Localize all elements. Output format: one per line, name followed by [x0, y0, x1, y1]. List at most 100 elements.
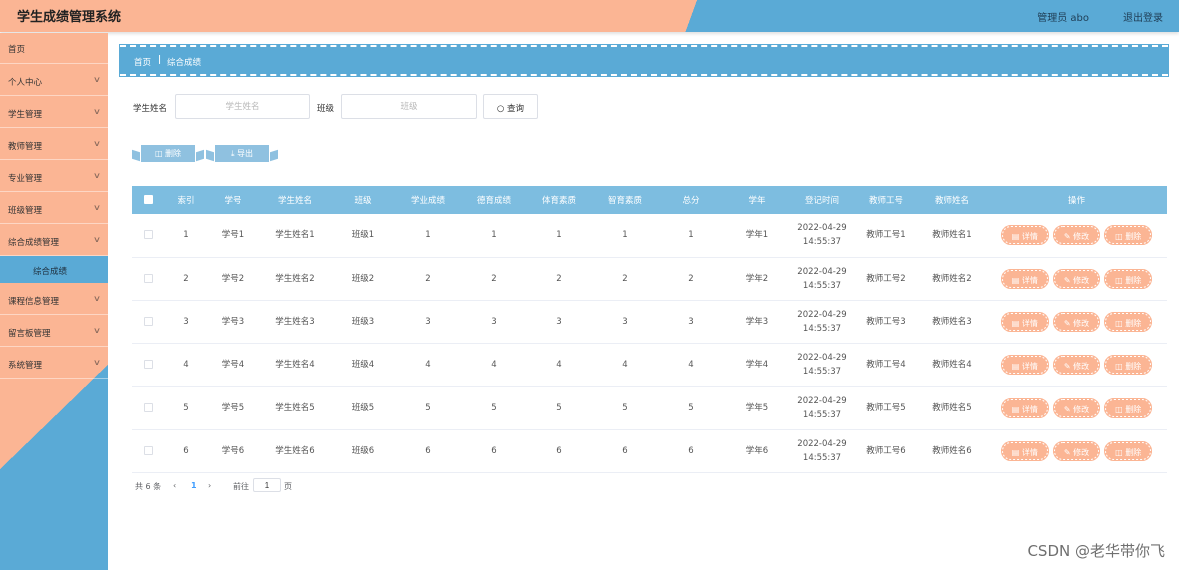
- cell-year: 学年4: [724, 343, 790, 387]
- download-icon: ⤓: [230, 149, 235, 158]
- column-header[interactable]: 体育素质: [526, 186, 592, 214]
- cell-xy: 1: [394, 214, 462, 258]
- delete-button[interactable]: ◫ 删除: [1104, 311, 1153, 332]
- column-header[interactable]: 学号: [208, 186, 258, 214]
- goto-page-input[interactable]: [253, 478, 281, 492]
- sidebar-item[interactable]: 教师管理 ∨: [0, 128, 108, 160]
- row-checkbox[interactable]: [143, 316, 153, 326]
- column-header[interactable]: 总分: [658, 186, 724, 214]
- column-header[interactable]: 登记时间: [790, 186, 854, 214]
- detail-button[interactable]: ▤ 详情: [1000, 311, 1049, 332]
- select-all-cell[interactable]: [132, 186, 164, 214]
- cell-cls: 班级3: [332, 300, 394, 344]
- detail-button[interactable]: ▤ 详情: [1000, 354, 1049, 375]
- table-row[interactable]: 1 学号1 学生姓名1 班级1 1 1 1 1 1 学年1 2022-04-29 14:55:37 教师…: [132, 214, 1167, 258]
- row-checkbox[interactable]: [143, 273, 153, 283]
- sidebar-item[interactable]: 学生管理 ∨: [0, 96, 108, 128]
- trash-icon: ◫: [1115, 447, 1126, 457]
- column-header[interactable]: 学业成绩: [394, 186, 462, 214]
- sidebar-item[interactable]: 专业管理 ∨: [0, 160, 108, 192]
- table-row[interactable]: 6 学号6 学生姓名6 班级6 6 6 6 6 6 学年6 2022-04-29 14:55:37 教师…: [132, 429, 1167, 473]
- cell-ty: 4: [526, 343, 592, 387]
- edit-button[interactable]: ✎ 修改: [1052, 311, 1101, 332]
- page-number-current[interactable]: 1: [191, 481, 197, 490]
- row-checkbox[interactable]: [143, 402, 153, 412]
- cell-operations: ▤ 详情 ✎ 修改 ◫ 删除: [986, 300, 1167, 344]
- detail-button[interactable]: ▤ 详情: [1000, 268, 1049, 289]
- row-select-cell[interactable]: [132, 386, 164, 430]
- table-row[interactable]: 4 学号4 学生姓名4 班级4 4 4 4 4 4 学年4 2022-04-29 14:55:37 教师…: [132, 343, 1167, 387]
- detail-button[interactable]: ▤ 详情: [1000, 397, 1049, 418]
- chevron-down-icon: ∨: [92, 326, 102, 335]
- cell-tname: 教师姓名6: [918, 429, 986, 473]
- row-checkbox[interactable]: [143, 445, 153, 455]
- cell-ty: 3: [526, 300, 592, 344]
- column-header[interactable]: 教师工号: [854, 186, 918, 214]
- cell-register-time: 2022-04-29 14:55:37: [790, 343, 854, 387]
- detail-button[interactable]: ▤ 详情: [1000, 225, 1049, 246]
- table-row[interactable]: 2 学号2 学生姓名2 班级2 2 2 2 2 2 学年2 2022-04-29 14:55:37 教师…: [132, 257, 1167, 301]
- cell-xy: 2: [394, 257, 462, 301]
- prev-page-button[interactable]: ‹: [173, 481, 176, 490]
- detail-button[interactable]: ▤ 详情: [1000, 440, 1049, 461]
- delete-button[interactable]: ◫ 删除: [1104, 225, 1153, 246]
- edit-button[interactable]: ✎ 修改: [1052, 397, 1101, 418]
- table-row[interactable]: 3 学号3 学生姓名3 班级3 3 3 3 3 3 学年3 2022-04-29 14:55:37 教师…: [132, 300, 1167, 344]
- sidebar-item-label: 班级管理: [8, 206, 43, 216]
- breadcrumb-home[interactable]: 首页: [134, 56, 151, 68]
- column-header[interactable]: 学年: [724, 186, 790, 214]
- cell-sid: 学号3: [208, 300, 258, 344]
- register-clock: 14:55:37: [802, 280, 842, 291]
- row-select-cell[interactable]: [132, 214, 164, 258]
- column-header[interactable]: 班级: [332, 186, 394, 214]
- student-name-input[interactable]: [175, 94, 310, 119]
- delete-button[interactable]: ◫ 删除: [1104, 268, 1153, 289]
- edit-button[interactable]: ✎ 修改: [1052, 268, 1101, 289]
- logout-link[interactable]: 退出登录: [1123, 9, 1163, 24]
- edit-button[interactable]: ✎ 修改: [1052, 354, 1101, 375]
- delete-label: 删除: [1125, 404, 1142, 414]
- row-checkbox[interactable]: [143, 359, 153, 369]
- column-header[interactable]: 索引: [164, 186, 208, 214]
- export-button[interactable]: ⤓ 导出: [215, 145, 269, 162]
- pencil-icon: ✎: [1063, 232, 1074, 242]
- sidebar-item[interactable]: 课程信息管理 ∨: [0, 283, 108, 315]
- search-button[interactable]: ○ 查询: [483, 94, 538, 119]
- delete-button[interactable]: ◫ 删除: [1104, 397, 1153, 418]
- table-row[interactable]: 5 学号5 学生姓名5 班级5 5 5 5 5 5 学年5 2022-04-29 14:55:37 教师…: [132, 386, 1167, 430]
- row-select-cell[interactable]: [132, 429, 164, 473]
- column-header[interactable]: 学生姓名: [258, 186, 332, 214]
- sidebar-item[interactable]: 班级管理 ∨: [0, 192, 108, 224]
- delete-button[interactable]: ◫ 删除: [1104, 354, 1153, 375]
- class-input[interactable]: [341, 94, 477, 119]
- row-checkbox[interactable]: [143, 230, 153, 240]
- row-select-cell[interactable]: [132, 300, 164, 344]
- sidebar-item[interactable]: 首页: [0, 33, 108, 64]
- detail-label: 详情: [1021, 232, 1038, 242]
- sidebar-item[interactable]: 综合成绩管理 ∨: [0, 224, 108, 256]
- row-select-cell[interactable]: [132, 257, 164, 301]
- edit-button[interactable]: ✎ 修改: [1052, 225, 1101, 246]
- sidebar-subitem-active[interactable]: 综合成绩: [0, 256, 108, 283]
- row-select-cell[interactable]: [132, 343, 164, 387]
- column-header[interactable]: 德育成绩: [462, 186, 526, 214]
- column-header[interactable]: 操作: [986, 186, 1167, 214]
- register-date: 2022-04-29: [797, 352, 847, 363]
- detail-label: 详情: [1021, 447, 1038, 457]
- delete-button[interactable]: ◫ 删除: [1104, 440, 1153, 461]
- cell-name: 学生姓名6: [258, 429, 332, 473]
- select-all-checkbox[interactable]: [143, 195, 153, 204]
- column-header[interactable]: 教师姓名: [918, 186, 986, 214]
- sidebar-item[interactable]: 留言板管理 ∨: [0, 315, 108, 347]
- pagination-total: 共 6 条: [135, 482, 162, 491]
- edit-button[interactable]: ✎ 修改: [1052, 440, 1101, 461]
- next-page-button[interactable]: ›: [208, 481, 211, 490]
- delete-label: 删除: [1125, 447, 1142, 457]
- batch-delete-button[interactable]: ◫ 删除: [141, 145, 195, 162]
- cell-year: 学年5: [724, 386, 790, 430]
- cell-idx: 5: [164, 386, 208, 430]
- sidebar-item[interactable]: 个人中心 ∨: [0, 64, 108, 96]
- sidebar-item[interactable]: 系统管理 ∨: [0, 347, 108, 379]
- column-header[interactable]: 智育素质: [592, 186, 658, 214]
- cell-tname: 教师姓名5: [918, 386, 986, 430]
